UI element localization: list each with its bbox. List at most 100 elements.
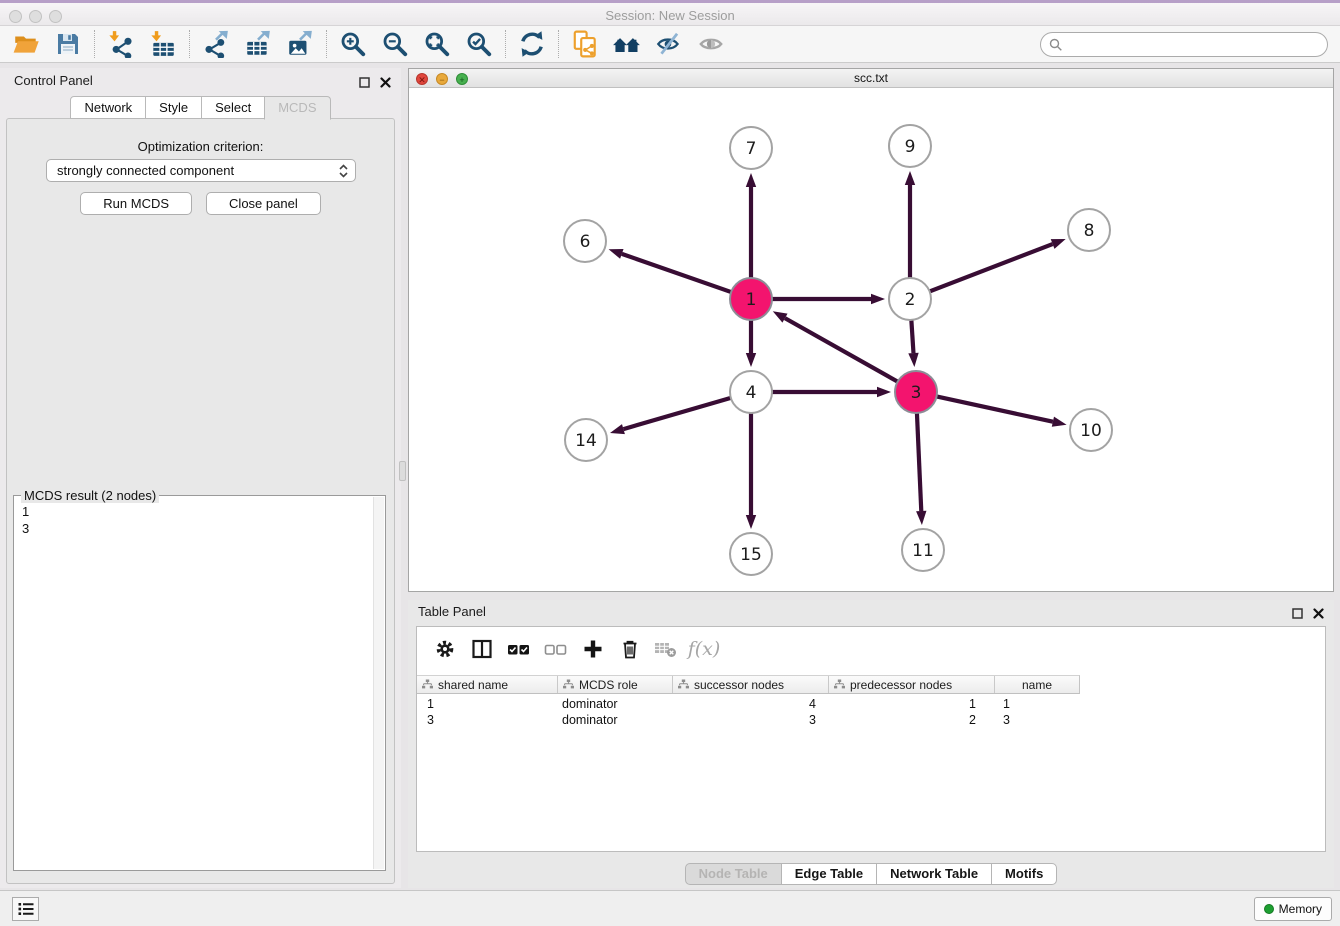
criterion-dropdown[interactable]: strongly connected component <box>46 159 356 182</box>
import-table-button[interactable] <box>142 27 184 61</box>
graph-edge-arrow[interactable] <box>916 511 926 525</box>
tab-mcds[interactable]: MCDS <box>264 96 330 120</box>
image-export-icon <box>286 30 314 58</box>
tab-select[interactable]: Select <box>201 96 265 119</box>
graph-edge[interactable] <box>930 244 1053 291</box>
eye-slash-icon <box>655 30 683 58</box>
graph-edge[interactable] <box>622 254 731 292</box>
column-header-predecessor-nodes[interactable]: predecessor nodes <box>828 676 994 693</box>
graph-edge[interactable] <box>623 398 730 429</box>
new-network-from-selection-button[interactable] <box>564 27 606 61</box>
control-panel-tabs: Network Style Select MCDS <box>0 96 401 119</box>
close-table-panel-icon[interactable] <box>1313 606 1324 617</box>
memory-button[interactable]: Memory <box>1254 897 1332 921</box>
network-window-titlebar[interactable]: ✕ − + scc.txt <box>409 69 1333 88</box>
node-table-container: f(x) shared name <box>416 626 1326 852</box>
search-icon <box>1049 38 1063 52</box>
float-panel-icon[interactable] <box>359 75 370 86</box>
show-all-button[interactable] <box>690 27 732 61</box>
export-table-button[interactable] <box>237 27 279 61</box>
delete-table-button[interactable] <box>653 636 681 662</box>
table-row[interactable]: 3 dominator 3 2 3 <box>417 712 1080 728</box>
graph-node-label: 11 <box>912 541 934 561</box>
zoom-selected-button[interactable] <box>458 27 500 61</box>
apply-function-button[interactable]: f(x) <box>690 636 718 662</box>
dropdown-stepper-icon <box>338 163 349 182</box>
column-header-successor-nodes[interactable]: successor nodes <box>672 676 828 693</box>
export-network-button[interactable] <box>195 27 237 61</box>
export-image-button[interactable] <box>279 27 321 61</box>
graph-edge[interactable] <box>937 396 1053 421</box>
graph-edge-arrow[interactable] <box>905 171 915 185</box>
tab-edge-table[interactable]: Edge Table <box>781 863 877 885</box>
create-column-button[interactable] <box>579 636 607 662</box>
refresh-layout-button[interactable] <box>511 27 553 61</box>
network-graph[interactable]: 1234678910111415 <box>409 89 1333 593</box>
network-canvas[interactable]: 1234678910111415 <box>409 89 1333 591</box>
task-history-button[interactable] <box>12 897 39 921</box>
float-table-panel-icon[interactable] <box>1292 606 1303 617</box>
tab-style[interactable]: Style <box>145 96 202 119</box>
column-header-name[interactable]: name <box>994 676 1079 693</box>
tab-network-table[interactable]: Network Table <box>876 863 992 885</box>
tab-network[interactable]: Network <box>70 96 146 119</box>
graph-edge-arrow[interactable] <box>773 311 788 322</box>
columns-icon <box>471 638 493 660</box>
open-session-button[interactable] <box>5 27 47 61</box>
run-mcds-button[interactable]: Run MCDS <box>80 192 192 215</box>
control-panel-title: Control Panel <box>14 73 93 88</box>
search-input[interactable] <box>1063 37 1327 52</box>
table-settings-button[interactable] <box>431 636 459 662</box>
graph-node-label: 15 <box>740 545 762 565</box>
cell-mcds-role: dominator <box>557 696 672 712</box>
zoom-out-button[interactable] <box>374 27 416 61</box>
tab-node-table[interactable]: Node Table <box>685 863 782 885</box>
search-field[interactable] <box>1040 32 1328 57</box>
column-header-shared-name[interactable]: shared name <box>417 676 557 693</box>
table-header: shared name MCDS role successor <box>417 675 1080 694</box>
graph-node-label: 4 <box>746 383 757 403</box>
graph-node-label: 1 <box>746 290 757 310</box>
documents-network-icon <box>571 30 599 58</box>
delete-column-button[interactable] <box>616 636 644 662</box>
graph-edge-arrow[interactable] <box>609 249 624 259</box>
save-session-button[interactable] <box>47 27 89 61</box>
graph-edge-arrow[interactable] <box>1052 417 1067 427</box>
graph-edge[interactable] <box>917 413 921 511</box>
mcds-result-list[interactable]: 1 3 <box>16 499 373 868</box>
window-title: Session: New Session <box>0 8 1340 23</box>
tab-motifs[interactable]: Motifs <box>991 863 1057 885</box>
floppy-icon <box>55 31 81 57</box>
graph-edge-arrow[interactable] <box>1051 239 1066 249</box>
cell-name: 3 <box>994 712 1079 728</box>
graph-edge-arrow[interactable] <box>746 353 756 367</box>
deselect-all-columns-button[interactable] <box>542 636 570 662</box>
result-scrollbar[interactable] <box>373 497 384 869</box>
graph-edge[interactable] <box>911 320 913 353</box>
folder-open-icon <box>12 30 40 58</box>
graph-edge-arrow[interactable] <box>746 515 756 529</box>
graph-edge-arrow[interactable] <box>908 353 918 367</box>
hide-selected-button[interactable] <box>648 27 690 61</box>
import-network-button[interactable] <box>100 27 142 61</box>
select-all-columns-button[interactable] <box>505 636 533 662</box>
network-export-icon <box>202 30 230 58</box>
mcds-result-line: 1 <box>22 503 373 520</box>
zoom-in-button[interactable] <box>332 27 374 61</box>
gear-icon <box>434 638 456 660</box>
zoom-fit-button[interactable] <box>416 27 458 61</box>
show-columns-button[interactable] <box>468 636 496 662</box>
vertical-splitter-grip[interactable] <box>399 461 406 481</box>
close-panel-button[interactable]: Close panel <box>206 192 321 215</box>
column-header-mcds-role[interactable]: MCDS role <box>557 676 672 693</box>
graph-edge-arrow[interactable] <box>871 294 885 304</box>
close-panel-icon[interactable] <box>380 75 391 86</box>
graph-edge-arrow[interactable] <box>746 173 756 187</box>
cell-predecessor-nodes: 1 <box>828 696 994 712</box>
graph-edge[interactable] <box>785 318 898 382</box>
first-neighbors-button[interactable] <box>606 27 648 61</box>
cell-successor-nodes: 4 <box>672 696 828 712</box>
table-row[interactable]: 1 dominator 4 1 1 <box>417 696 1080 712</box>
graph-edge-arrow[interactable] <box>877 387 891 397</box>
graph-edge-arrow[interactable] <box>610 424 625 434</box>
